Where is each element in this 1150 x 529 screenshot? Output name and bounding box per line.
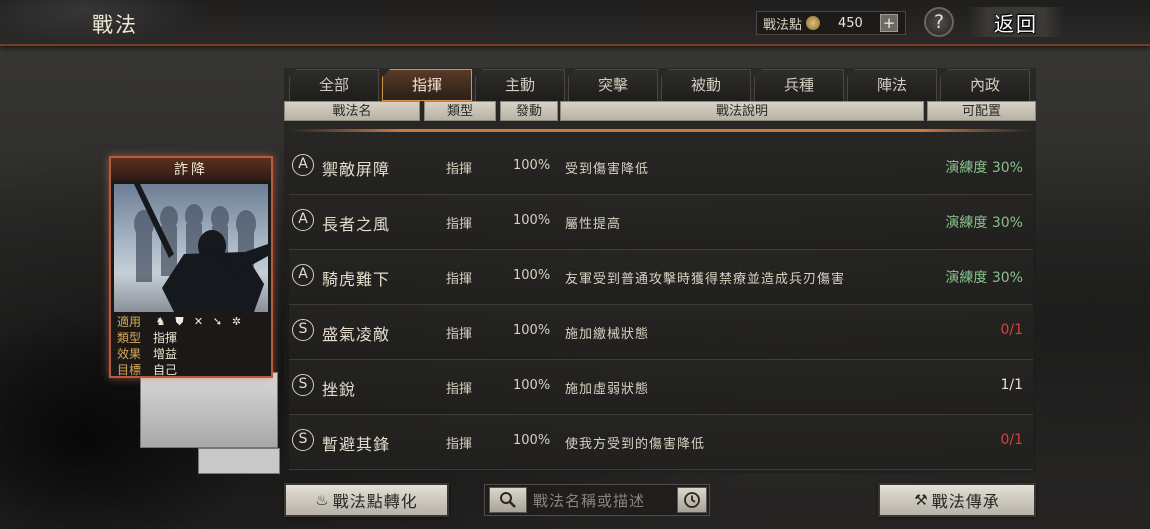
flame-icon: ♨ — [315, 491, 330, 509]
list-item[interactable]: S 挫銳 指揮 100% 施加虛弱狀態 1/1 — [289, 360, 1033, 415]
convert-label: 戰法點轉化 — [332, 492, 418, 511]
tactic-name: 長者之風 — [322, 215, 391, 234]
bow-icon: ✕ — [193, 315, 204, 328]
grade-badge: A — [292, 264, 314, 286]
grade-badge: S — [292, 319, 314, 341]
card-stack-back — [198, 448, 280, 474]
list-item[interactable]: A 騎虎難下 指揮 100% 友軍受到普通攻擊時獲得禁療並造成兵刃傷害 演練度 … — [289, 250, 1033, 305]
tactic-name: 暫避其鋒 — [322, 435, 391, 454]
applies-label: 適用 — [117, 315, 142, 329]
tab-formation[interactable]: 陣法 — [847, 69, 937, 101]
tab-passive[interactable]: 被動 — [661, 69, 751, 101]
card-info: 適用 ♞ ⛊ ✕ ➘ ✲ 類型 指揮 效果 增益 目標 自己 — [117, 314, 267, 378]
tab-internal-affairs[interactable]: 內政 — [940, 69, 1030, 101]
inherit-label: 戰法傳承 — [931, 492, 1000, 511]
type-value: 指揮 — [153, 331, 178, 345]
tactic-description: 施加虛弱狀態 — [565, 382, 650, 397]
tactic-config: 演練度 30% — [945, 215, 1023, 231]
tactic-config: 1/1 — [1000, 377, 1023, 393]
column-header-type[interactable]: 類型 — [424, 101, 496, 121]
hammer-icon: ⚒ — [914, 491, 929, 509]
help-button[interactable]: ? — [924, 7, 954, 37]
spear-icon: ➘ — [212, 315, 223, 328]
tactic-name: 盛氣凌敵 — [322, 325, 391, 344]
tactic-name: 挫銳 — [322, 380, 357, 399]
back-button[interactable]: 返回 — [968, 7, 1064, 37]
tactic-rate: 100% — [513, 433, 551, 448]
grade-badge: A — [292, 209, 314, 231]
search-input[interactable] — [531, 488, 675, 514]
warrior-illustration — [134, 184, 268, 312]
top-bar: 戰法 戰法點 450 + ? 返回 — [0, 0, 1150, 46]
tactic-rate: 100% — [513, 378, 551, 393]
shield-icon: ⛊ — [175, 315, 184, 328]
tactic-type: 指揮 — [446, 382, 473, 397]
tab-assault[interactable]: 突擊 — [568, 69, 658, 101]
tactic-points-display: 戰法點 450 + — [756, 11, 906, 35]
points-label: 戰法點 — [763, 17, 803, 33]
column-header-description: 戰法說明 — [560, 101, 924, 121]
tactic-card: 詐降 適用 ♞ ⛊ ✕ ➘ ✲ 類型 指揮 效果 增益 目標 自己 — [109, 156, 273, 378]
tactic-rate: 100% — [513, 213, 551, 228]
tactic-description: 施加繳械狀態 — [565, 327, 650, 342]
list-item[interactable]: S 暫避其鋒 指揮 100% 使我方受到的傷害降低 0/1 — [289, 415, 1033, 470]
inherit-tactic-button[interactable]: ⚒ 戰法傳承 — [878, 483, 1036, 517]
tactic-description: 屬性提高 — [565, 217, 622, 232]
tactic-description: 使我方受到的傷害降低 — [565, 437, 706, 452]
add-points-button[interactable]: + — [880, 14, 899, 32]
points-coin-icon — [806, 16, 821, 30]
grade-badge: A — [292, 154, 314, 176]
target-value: 自己 — [153, 363, 178, 377]
tab-active[interactable]: 主動 — [475, 69, 565, 101]
header-divider — [289, 129, 1033, 132]
tab-troop-type[interactable]: 兵種 — [754, 69, 844, 101]
list-item[interactable]: A 禦敵屏障 指揮 100% 受到傷害降低 演練度 30% — [289, 140, 1033, 195]
column-header-name[interactable]: 戰法名 — [284, 101, 420, 121]
column-header-rate[interactable]: 發動 — [500, 101, 558, 121]
search-bar — [484, 484, 710, 516]
tactic-name: 禦敵屏障 — [322, 160, 391, 179]
column-header-config[interactable]: 可配置 — [927, 101, 1036, 121]
convert-points-button[interactable]: ♨ 戰法點轉化 — [284, 483, 449, 517]
tactic-type: 指揮 — [446, 272, 473, 287]
effect-label: 效果 — [117, 347, 142, 361]
tactic-type: 指揮 — [446, 217, 473, 232]
tactic-rate: 100% — [513, 158, 551, 173]
list-item[interactable]: A 長者之風 指揮 100% 屬性提高 演練度 30% — [289, 195, 1033, 250]
tactic-config: 0/1 — [1000, 432, 1023, 448]
card-title: 詐降 — [111, 158, 271, 182]
history-button[interactable] — [677, 487, 707, 513]
unit-icons: ♞ ⛊ ✕ ➘ ✲ — [153, 314, 244, 330]
tactic-config: 0/1 — [1000, 322, 1023, 338]
search-button[interactable] — [489, 487, 527, 513]
grade-badge: S — [292, 429, 314, 451]
tactic-type: 指揮 — [446, 327, 473, 342]
tactic-rate: 100% — [513, 268, 551, 283]
card-artwork — [114, 184, 268, 312]
tactic-type: 指揮 — [446, 162, 473, 177]
grade-badge: S — [292, 374, 314, 396]
cavalry-icon: ♞ — [155, 315, 166, 328]
tactic-description: 友軍受到普通攻擊時獲得禁療並造成兵刃傷害 — [565, 272, 846, 287]
tactic-type: 指揮 — [446, 437, 473, 452]
effect-value: 增益 — [153, 347, 178, 361]
points-value: 450 — [838, 15, 863, 31]
tactic-description: 受到傷害降低 — [565, 162, 650, 177]
type-label: 類型 — [117, 331, 142, 345]
clock-icon — [684, 492, 700, 508]
tab-all[interactable]: 全部 — [289, 69, 379, 101]
tactic-config: 演練度 30% — [945, 160, 1023, 176]
target-label: 目標 — [117, 363, 142, 377]
siege-icon: ✲ — [231, 315, 242, 328]
tab-command[interactable]: 指揮 — [382, 69, 472, 101]
card-stack-back — [140, 372, 278, 448]
search-icon — [500, 492, 516, 508]
back-label: 返回 — [994, 11, 1038, 36]
tactic-rate: 100% — [513, 323, 551, 338]
list-item[interactable]: S 盛氣凌敵 指揮 100% 施加繳械狀態 0/1 — [289, 305, 1033, 360]
tactic-name: 騎虎難下 — [322, 270, 391, 289]
page-title: 戰法 — [92, 13, 138, 37]
tactic-config: 演練度 30% — [945, 270, 1023, 286]
